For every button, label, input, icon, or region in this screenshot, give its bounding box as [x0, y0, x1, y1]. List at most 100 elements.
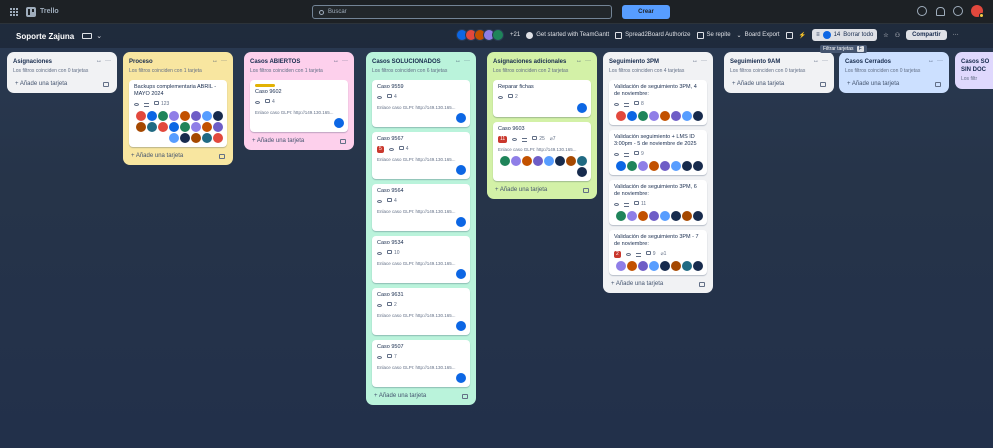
list-title[interactable]: Seguimiento 3PM	[609, 58, 659, 66]
card-template-icon[interactable]	[935, 81, 941, 87]
member-avatar[interactable]	[456, 113, 466, 123]
member-avatar[interactable]	[213, 133, 223, 143]
search-input[interactable]: Buscar	[312, 5, 612, 19]
member-avatar[interactable]	[147, 111, 157, 121]
board-members[interactable]	[456, 29, 504, 41]
add-card-button[interactable]: Añade una tarjeta	[20, 81, 67, 87]
add-card-button[interactable]: Añade una tarjeta	[616, 281, 663, 287]
rocket-icon[interactable]	[785, 31, 793, 39]
member-avatar[interactable]	[544, 156, 554, 166]
member-avatar[interactable]	[638, 161, 648, 171]
member-avatar[interactable]	[180, 122, 190, 132]
add-card-button[interactable]: Añade una tarjeta	[852, 81, 899, 87]
list-title[interactable]: Casos SOLUCIONADOS	[372, 58, 441, 66]
list-menu-icon[interactable]: ···	[464, 58, 470, 64]
notifications-icon[interactable]	[935, 6, 945, 16]
member-avatar[interactable]	[693, 261, 703, 271]
collapse-list-icon[interactable]: ↔	[455, 58, 461, 64]
card[interactable]: Caso 9507 7 Enlace caso GLPI: http://149.1…	[372, 340, 470, 387]
card[interactable]: Validación de seguimiento 3PM, 4 de novi…	[609, 80, 707, 125]
card-template-icon[interactable]	[340, 138, 346, 144]
list-menu-icon[interactable]: ···	[937, 58, 943, 64]
member-avatar[interactable]	[202, 111, 212, 121]
list-title[interactable]: Proceso	[129, 58, 153, 66]
filter-button[interactable]: ≡ 14 Borrar todo	[812, 29, 878, 41]
card[interactable]: Validación de seguimiento 3PM - 7 de nov…	[609, 230, 707, 275]
member-avatar[interactable]	[577, 167, 587, 177]
list-title[interactable]: Seguimiento 9AM	[730, 58, 780, 66]
add-card-button[interactable]: Añade una tarjeta	[136, 153, 183, 159]
card[interactable]: Validación seguimiento + LMS ID 3:00pm -…	[609, 130, 707, 175]
share-button[interactable]: Compartir	[906, 30, 947, 40]
member-avatar[interactable]	[213, 111, 223, 121]
list-menu-icon[interactable]: ···	[342, 58, 348, 64]
list-menu-icon[interactable]: ···	[221, 58, 227, 64]
board-export-powerup[interactable]: ⌄ Board Export	[737, 32, 780, 39]
member-avatar[interactable]	[566, 156, 576, 166]
list-title[interactable]: Asignaciones adicionales	[493, 58, 566, 66]
member-avatar[interactable]	[616, 161, 626, 171]
add-card-link[interactable]: + Añade una tarjeta	[15, 81, 67, 87]
collapse-list-icon[interactable]: ↔	[212, 58, 218, 64]
members-extra-count[interactable]: +21	[510, 32, 520, 38]
member-avatar[interactable]	[649, 261, 659, 271]
add-card-link[interactable]: + Añade una tarjeta	[495, 187, 547, 193]
member-avatar[interactable]	[158, 111, 168, 121]
add-card-link[interactable]: + Añade una tarjeta	[611, 281, 663, 287]
member-avatar[interactable]	[169, 133, 179, 143]
member-avatar[interactable]	[660, 161, 670, 171]
trello-logo[interactable]: Trello	[26, 6, 59, 17]
clear-filters-button[interactable]: Borrar todo	[843, 32, 873, 38]
member-avatar[interactable]	[627, 111, 637, 121]
member-avatar[interactable]	[169, 122, 179, 132]
list-title[interactable]: Casos SO SIN DOC	[961, 58, 993, 74]
create-button[interactable]: Crear	[622, 5, 670, 19]
member-avatar[interactable]	[671, 261, 681, 271]
collapse-list-icon[interactable]: ↔	[813, 58, 819, 64]
collapse-list-icon[interactable]: ↔	[96, 58, 102, 64]
card[interactable]: Caso 9564 4 Enlace caso GLPI: http://149.1…	[372, 184, 470, 231]
member-avatar[interactable]	[649, 161, 659, 171]
megaphone-icon[interactable]	[917, 6, 927, 16]
chevron-down-icon[interactable]: ⌄	[96, 32, 102, 40]
add-card-link[interactable]: + Añade una tarjeta	[131, 153, 183, 159]
member-avatar[interactable]	[649, 211, 659, 221]
member-avatar[interactable]	[522, 156, 532, 166]
member-avatar[interactable]	[456, 373, 466, 383]
member-avatar[interactable]	[180, 133, 190, 143]
member-avatar[interactable]	[627, 161, 637, 171]
list-menu-icon[interactable]: ···	[701, 58, 707, 64]
card[interactable]: Caso 9602 4 Enlace caso GLPI: http://149.1…	[250, 80, 348, 132]
star-icon[interactable]: ☆	[883, 32, 888, 39]
member-avatar[interactable]	[136, 111, 146, 121]
member-avatar[interactable]	[533, 156, 543, 166]
app-switcher-icon[interactable]	[10, 7, 18, 16]
board-title[interactable]: Soporte Zajuna	[16, 32, 74, 41]
collapse-list-icon[interactable]: ↔	[692, 58, 698, 64]
member-avatar[interactable]	[693, 211, 703, 221]
people-icon[interactable]: ⚇	[895, 32, 900, 39]
member-avatar[interactable]	[616, 111, 626, 121]
member-avatar[interactable]	[180, 111, 190, 121]
member-avatar[interactable]	[456, 269, 466, 279]
add-card-link[interactable]: + Añade una tarjeta	[252, 138, 304, 144]
member-avatar[interactable]	[202, 122, 212, 132]
add-card-link[interactable]: + Añade una tarjeta	[847, 81, 899, 87]
member-avatar[interactable]	[649, 111, 659, 121]
member-avatar[interactable]	[456, 321, 466, 331]
member-avatar[interactable]	[191, 122, 201, 132]
member-avatar[interactable]	[213, 122, 223, 132]
member-avatar[interactable]	[682, 211, 692, 221]
card[interactable]: Caso 9603 11 25 ⌀7 Enlace caso GLPI: http://…	[493, 122, 591, 181]
member-avatar[interactable]	[627, 261, 637, 271]
teamgantt-powerup[interactable]: Get started with TeamGantt	[526, 31, 609, 39]
card[interactable]: Caso 9534 10 Enlace caso GLPI: http://149.…	[372, 236, 470, 283]
card[interactable]: Validación de seguimiento 3PM, 6 de novi…	[609, 180, 707, 225]
member-avatar[interactable]	[660, 111, 670, 121]
member-avatar[interactable]	[147, 122, 157, 132]
member-avatar[interactable]	[511, 156, 521, 166]
member-avatar[interactable]	[616, 211, 626, 221]
member-avatar[interactable]	[671, 111, 681, 121]
card[interactable]: Caso 9567 5 4 Enlace caso GLPI: http://149.…	[372, 132, 470, 179]
member-avatar[interactable]	[660, 211, 670, 221]
